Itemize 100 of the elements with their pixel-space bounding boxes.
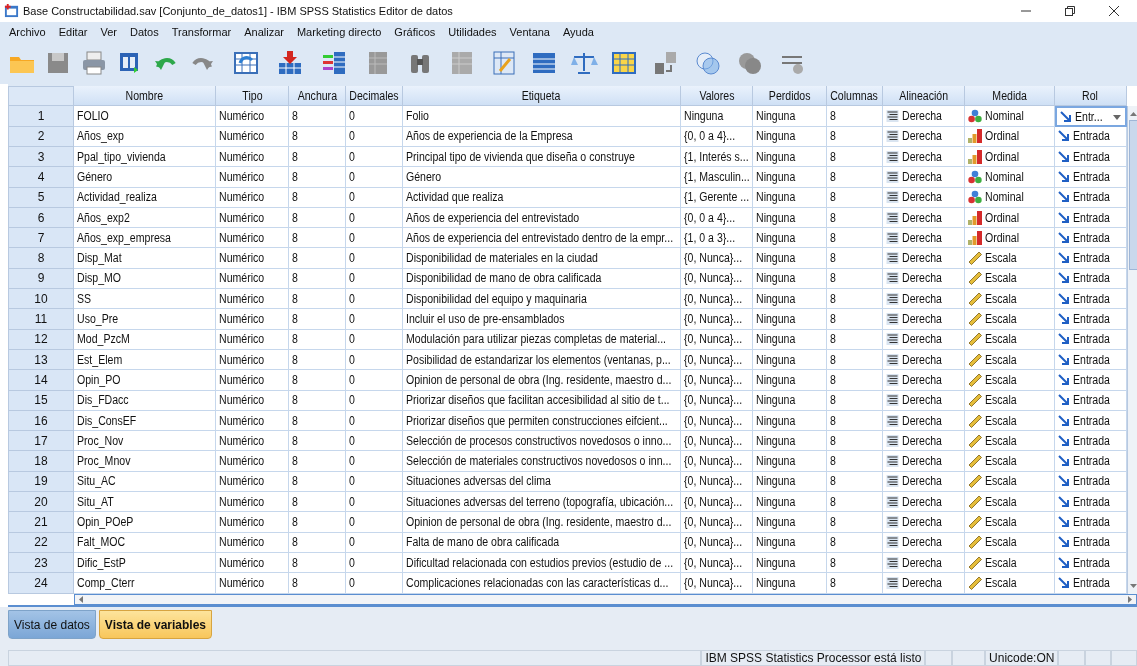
column-header[interactable]: Anchura <box>289 86 346 107</box>
row-number[interactable]: 13 <box>8 349 74 371</box>
input-arrow-icon <box>1058 353 1070 366</box>
bar-chart-icon <box>968 149 982 164</box>
menu-item[interactable]: Gráficos <box>389 26 444 39</box>
menu-item[interactable]: Analizar <box>239 26 292 39</box>
table-cell: Numérico <box>216 512 289 533</box>
table-cell: Escala <box>985 332 1017 347</box>
scroll-right-icon[interactable] <box>1128 595 1132 603</box>
table-cell: Ninguna <box>753 207 827 229</box>
table-cell: Entrada <box>1073 454 1110 469</box>
table-cell: Años de experiencia del entrevistado dentro de la empr... <box>403 228 681 249</box>
row-number[interactable]: 18 <box>8 451 74 472</box>
column-header[interactable]: Etiqueta <box>403 86 681 107</box>
table-cell: Derecha <box>902 555 942 570</box>
scroll-down-icon[interactable] <box>1129 583 1137 588</box>
row-number[interactable]: 7 <box>8 228 74 249</box>
align-right-icon <box>886 455 899 468</box>
row-number[interactable]: 10 <box>8 289 74 310</box>
column-header[interactable]: Alineación <box>883 86 965 107</box>
table-cell: {0, Nunca}... <box>681 390 753 411</box>
table-cell: Ninguna <box>753 126 827 147</box>
row-number[interactable]: 1 <box>8 106 74 127</box>
align-right-icon <box>886 313 899 325</box>
table-cell: Escala <box>985 372 1017 387</box>
menu-item[interactable]: Editar <box>53 26 96 39</box>
scrollbar-thumb[interactable] <box>1128 120 1137 271</box>
column-header[interactable]: Medida <box>965 86 1055 107</box>
column-header[interactable]: Rol <box>1055 86 1127 107</box>
row-number[interactable]: 14 <box>8 370 74 391</box>
table-cell: {1, Interés s... <box>681 147 753 168</box>
circles-icon[interactable] <box>694 49 722 78</box>
row-number[interactable]: 21 <box>8 512 74 533</box>
row-number[interactable]: 6 <box>8 207 74 229</box>
row-number[interactable]: 15 <box>8 390 74 411</box>
table-cell: 0 <box>346 147 403 168</box>
align-right-icon <box>886 110 899 123</box>
column-header[interactable]: Valores <box>681 86 753 107</box>
role-dropdown[interactable]: Entr... <box>1055 106 1127 127</box>
row-number[interactable]: 12 <box>8 329 74 350</box>
table-cell: Ninguna <box>753 228 827 249</box>
restore-icon[interactable] <box>1065 5 1075 16</box>
table-cell: Disponibilidad de materiales en la ciudad <box>403 248 681 269</box>
table-cell: Años de experiencia de la Empresa <box>403 126 681 147</box>
vertical-scrollbar[interactable] <box>1127 106 1137 594</box>
row-number[interactable]: 5 <box>8 187 74 208</box>
table-cell: Selección de materiales constructivos novedosos o inn... <box>403 451 681 472</box>
row-number[interactable]: 17 <box>8 431 74 452</box>
row-number[interactable]: 3 <box>8 147 74 168</box>
printer-icon[interactable] <box>80 49 108 78</box>
table-cell: 8 <box>289 147 346 168</box>
view-tab[interactable]: Vista de datos <box>8 610 96 640</box>
row-number[interactable]: 19 <box>8 471 74 493</box>
column-header[interactable]: Columnas <box>827 86 883 107</box>
table-cell: 8 <box>289 573 346 594</box>
menu-item[interactable]: Marketing directo <box>291 26 390 39</box>
menu-item[interactable]: Archivo <box>4 26 54 39</box>
table-cell: Incluir el uso de pre-ensamblados <box>403 309 681 330</box>
row-number[interactable]: 2 <box>8 126 74 147</box>
close-icon[interactable] <box>1109 5 1119 16</box>
menu-item[interactable]: Ventana <box>504 26 558 39</box>
align-right-icon <box>886 576 899 589</box>
table-cell: 8 <box>289 268 346 290</box>
row-number[interactable]: 9 <box>8 268 74 290</box>
menu-item[interactable]: Transformar <box>166 26 240 39</box>
column-header[interactable]: Tipo <box>216 86 289 107</box>
align-right-icon <box>886 495 899 508</box>
row-number[interactable]: 11 <box>8 309 74 330</box>
row-number[interactable]: 22 <box>8 532 74 553</box>
table-cell: Ninguna <box>753 147 827 168</box>
menu-item[interactable]: Ayuda <box>558 26 602 39</box>
row-number[interactable]: 8 <box>8 248 74 269</box>
column-header[interactable]: Perdidos <box>753 86 827 107</box>
row-number[interactable]: 23 <box>8 552 74 574</box>
table-cell: 8 <box>289 167 346 188</box>
row-number[interactable]: 20 <box>8 492 74 513</box>
input-arrow-icon <box>1058 373 1070 386</box>
caret-icon[interactable] <box>1113 115 1121 121</box>
scroll-up-icon[interactable] <box>1129 112 1137 117</box>
ruler-icon <box>968 251 982 266</box>
menu-item[interactable]: Utilidades <box>443 26 505 39</box>
table-cell: {0, Nunca}... <box>681 431 753 452</box>
menu-item[interactable]: Datos <box>124 26 167 39</box>
grid-edit-icon[interactable] <box>490 49 518 78</box>
row-number[interactable]: 4 <box>8 167 74 188</box>
view-tab[interactable]: Vista de variables <box>98 610 213 640</box>
column-header[interactable]: Nombre <box>74 86 216 107</box>
table-cell: Entrada <box>1073 535 1110 550</box>
table-cell: 0 <box>346 492 403 513</box>
row-number[interactable]: 16 <box>8 410 74 432</box>
column-header[interactable]: Decimales <box>346 86 403 107</box>
align-right-icon <box>886 536 899 549</box>
menu-item[interactable]: Ver <box>95 26 125 39</box>
row-number[interactable]: 24 <box>8 573 74 594</box>
table-cell: Derecha <box>902 312 942 326</box>
table-cell: Selección de procesos constructivos novedosos o inno... <box>403 431 681 452</box>
table-cell: Numérico <box>216 410 289 432</box>
ruler-icon <box>968 555 982 570</box>
scroll-left-icon[interactable] <box>79 595 83 603</box>
table-cell: Numérico <box>216 147 289 168</box>
